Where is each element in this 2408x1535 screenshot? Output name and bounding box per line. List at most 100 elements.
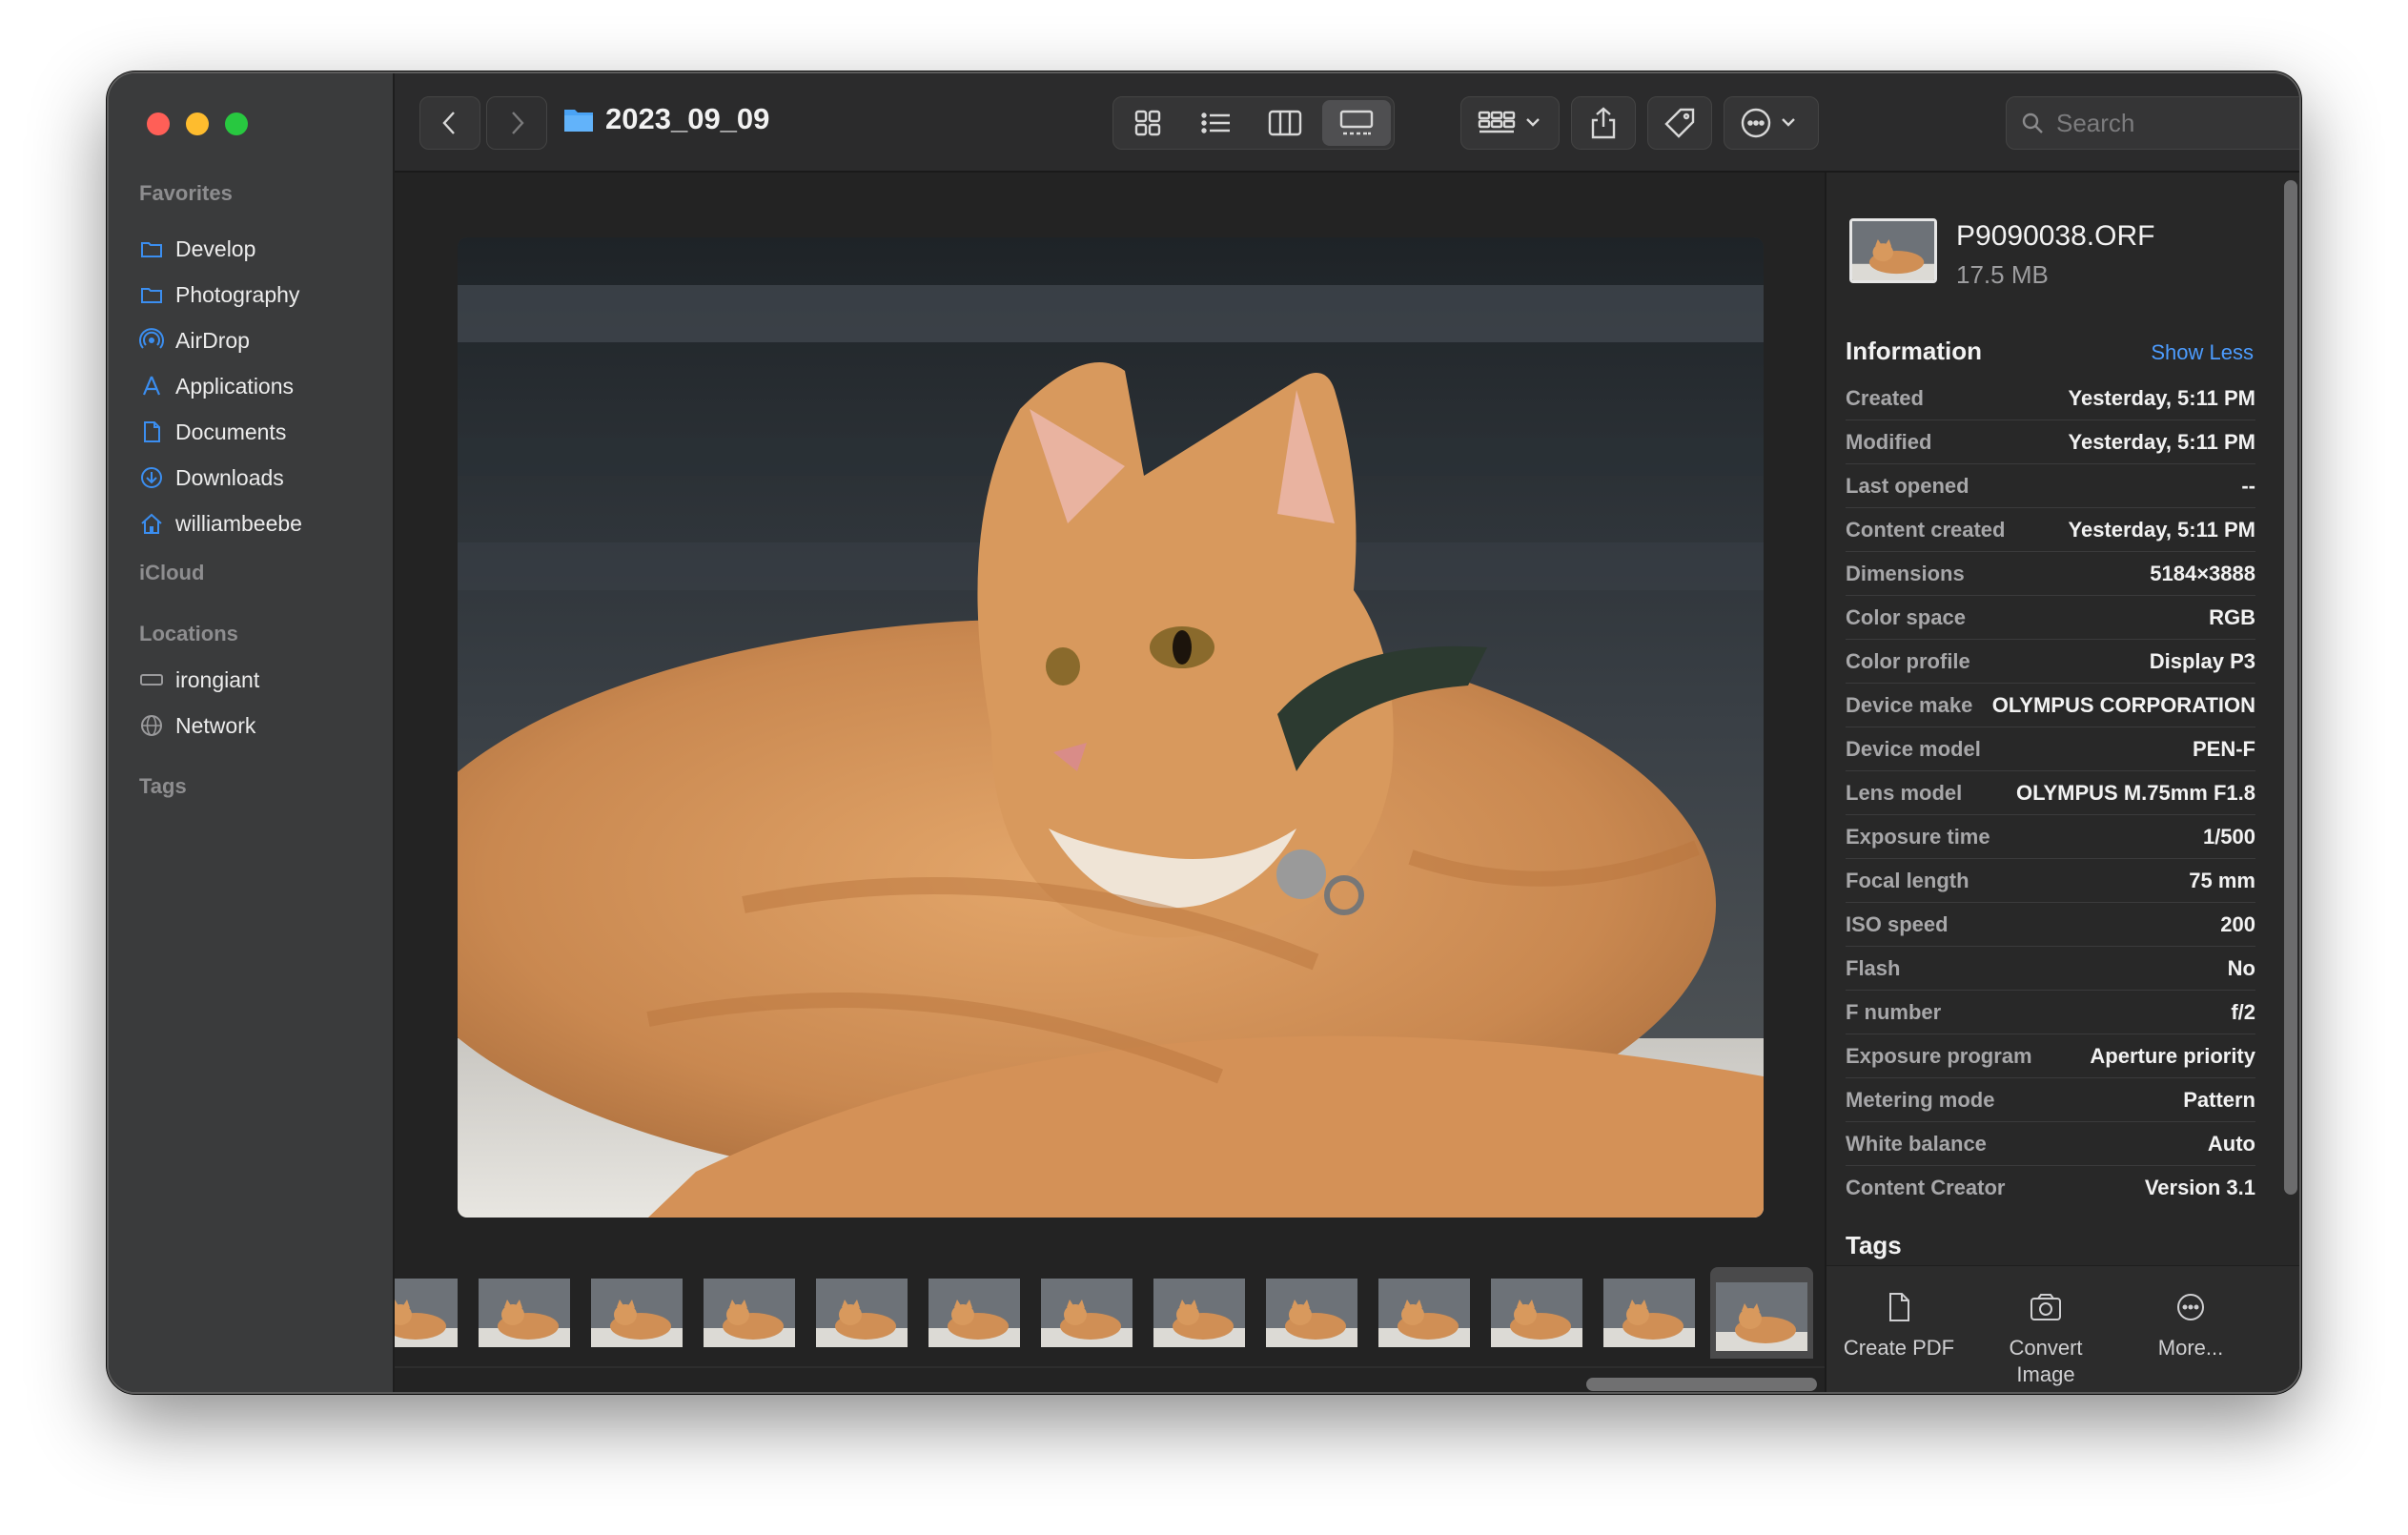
back-button[interactable] <box>419 96 480 150</box>
search-field[interactable] <box>2006 96 2299 150</box>
information-heading: Information <box>1846 337 1982 365</box>
search-input[interactable] <box>2056 108 2299 138</box>
file-size: 17.5 MB <box>1956 260 2049 289</box>
metadata-row: Color profile Display P3 <box>1846 640 2255 684</box>
metadata-row: ISO speed 200 <box>1846 903 2255 947</box>
preview-inspector: P9090038.ORF 17.5 MB Information Show Le… <box>1825 173 2299 1392</box>
share-button[interactable] <box>1571 96 1636 150</box>
forward-button[interactable] <box>486 96 547 150</box>
drive-icon <box>140 674 163 686</box>
metadata-value: OLYMPUS CORPORATION <box>1991 692 2255 717</box>
metadata-row: Focal length 75 mm <box>1846 859 2255 903</box>
sidebar-item-photography[interactable]: Photography <box>139 276 299 314</box>
metadata-row: Exposure program Aperture priority <box>1846 1034 2255 1078</box>
file-name: P9090038.ORF <box>1956 220 2155 252</box>
thumbnail-strip <box>395 1259 1825 1359</box>
metadata-key: Exposure time <box>1846 824 1990 849</box>
metadata-key: White balance <box>1846 1131 1987 1156</box>
metadata-row: Device make OLYMPUS CORPORATION <box>1846 684 2255 727</box>
sidebar-item-label: Photography <box>175 281 300 307</box>
metadata-value: 5184×3888 <box>2150 561 2255 585</box>
metadata-value: Aperture priority <box>2090 1043 2255 1068</box>
metadata-value: Display P3 <box>2149 648 2255 673</box>
metadata-value: Yesterday, 5:11 PM <box>2068 385 2256 410</box>
column-view-button[interactable] <box>1251 97 1319 149</box>
scrollbar-thumb[interactable] <box>1586 1378 1817 1391</box>
metadata-row: Exposure time 1/500 <box>1846 815 2255 859</box>
convert-image-button[interactable]: Convert Image <box>1974 1291 2117 1388</box>
gallery-view-button[interactable] <box>1322 100 1391 146</box>
sidebar-section-icloud[interactable]: iCloud <box>139 561 204 585</box>
thumbnail[interactable] <box>395 1279 458 1347</box>
share-icon <box>1591 107 1616 139</box>
more-actions-button[interactable] <box>1724 96 1819 150</box>
thumbnail-selected[interactable] <box>1710 1267 1813 1359</box>
close-window-button[interactable] <box>147 113 170 135</box>
metadata-key: Modified <box>1846 429 1932 454</box>
metadata-row: Content Creator Version 3.1 <box>1846 1166 2255 1210</box>
metadata-row: White balance Auto <box>1846 1122 2255 1166</box>
zoom-window-button[interactable] <box>225 113 248 135</box>
metadata-key: Last opened <box>1846 473 1969 498</box>
sidebar-item-williambeebe[interactable]: williambeebe <box>139 504 302 542</box>
thumbnail[interactable] <box>1603 1279 1695 1347</box>
metadata-key: Device model <box>1846 736 1981 761</box>
create-pdf-button[interactable]: Create PDF <box>1827 1291 1970 1361</box>
sidebar-item-airdrop[interactable]: AirDrop <box>139 321 250 359</box>
thumbnail[interactable] <box>929 1279 1020 1347</box>
metadata-value: Yesterday, 5:11 PM <box>2068 517 2256 542</box>
thumbnail[interactable] <box>816 1279 908 1347</box>
thumbnail[interactable] <box>704 1279 795 1347</box>
gallery-icon <box>1339 110 1374 135</box>
minimize-window-button[interactable] <box>186 113 209 135</box>
thumbnail[interactable] <box>479 1279 570 1347</box>
thumbnail[interactable] <box>1378 1279 1470 1347</box>
tag-button[interactable] <box>1647 96 1712 150</box>
metadata-key: Focal length <box>1846 868 1969 892</box>
image-preview[interactable] <box>458 237 1764 1218</box>
metadata-row: Flash No <box>1846 947 2255 991</box>
sidebar-item-label: Develop <box>175 235 256 261</box>
icon-view-button[interactable] <box>1113 97 1182 149</box>
list-view-button[interactable] <box>1182 97 1251 149</box>
vertical-scrollbar[interactable] <box>2284 180 2297 1195</box>
group-by-button[interactable] <box>1460 96 1560 150</box>
sidebar-item-network[interactable]: Network <box>139 706 255 745</box>
metadata-value: Pattern <box>2183 1087 2255 1112</box>
metadata-key: F number <box>1846 999 1942 1024</box>
metadata-key: Color profile <box>1846 648 1970 673</box>
sidebar-item-develop[interactable]: Develop <box>139 230 255 268</box>
view-mode-group <box>1112 96 1395 150</box>
metadata-value: -- <box>2241 473 2255 498</box>
metadata-key: Dimensions <box>1846 561 1965 585</box>
sidebar-item-label: irongiant <box>175 666 260 692</box>
thumbnail[interactable] <box>1153 1279 1245 1347</box>
show-less-link[interactable]: Show Less <box>2151 340 2254 365</box>
folder-icon <box>141 242 162 257</box>
sidebar-item-documents[interactable]: Documents <box>139 413 286 451</box>
group-grid-icon <box>1478 111 1540 133</box>
sidebar-section-locations[interactable]: Locations <box>139 622 238 646</box>
sidebar-item-applications[interactable]: Applications <box>139 367 294 405</box>
sidebar-section-tags[interactable]: Tags <box>139 774 187 799</box>
tag-icon <box>1664 108 1695 138</box>
metadata-row: Color space RGB <box>1846 596 2255 640</box>
metadata-row: Metering mode Pattern <box>1846 1078 2255 1122</box>
metadata-row: Created Yesterday, 5:11 PM <box>1846 377 2255 420</box>
horizontal-scrollbar[interactable] <box>395 1366 1825 1392</box>
folder-icon <box>564 110 593 132</box>
thumbnail[interactable] <box>1041 1279 1133 1347</box>
airdrop-icon <box>139 328 164 349</box>
thumbnail[interactable] <box>1491 1279 1582 1347</box>
ellipsis-circle-icon <box>2177 1294 2204 1320</box>
search-icon <box>2022 113 2043 133</box>
download-icon <box>141 467 162 488</box>
sidebar-item-label: williambeebe <box>175 510 302 536</box>
sidebar-item-irongiant[interactable]: irongiant <box>139 661 259 699</box>
thumbnail[interactable] <box>1266 1279 1357 1347</box>
metadata-row: Lens model OLYMPUS M.75mm F1.8 <box>1846 771 2255 815</box>
more-quick-actions-button[interactable]: More... <box>2119 1291 2262 1361</box>
sidebar-item-downloads[interactable]: Downloads <box>139 459 284 497</box>
metadata-value: Version 3.1 <box>2144 1176 2255 1199</box>
thumbnail[interactable] <box>591 1279 683 1347</box>
